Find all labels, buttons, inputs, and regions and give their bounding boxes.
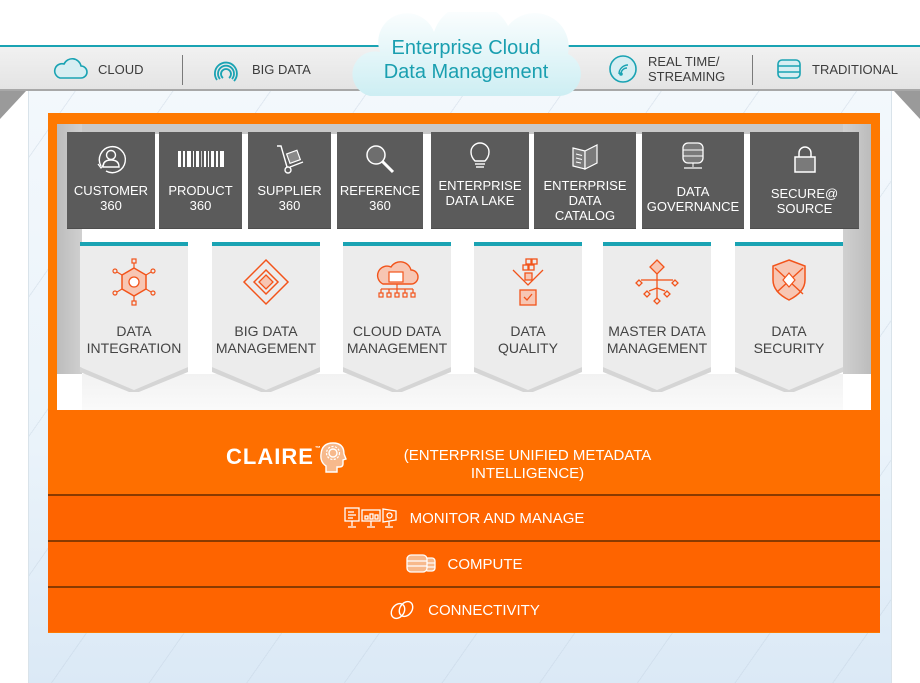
product-banner-data-integration: DATA INTEGRATION xyxy=(80,242,188,392)
frame-corner-right xyxy=(894,91,920,119)
monitors-icon xyxy=(343,507,397,528)
chain-links-icon xyxy=(390,600,414,620)
cloud-icon xyxy=(53,58,88,79)
magnifier-icon xyxy=(366,145,395,174)
layer-label: COMPUTE xyxy=(447,555,523,573)
claire-description: (ENTERPRISE UNIFIED METADATA INTELLIGENC… xyxy=(403,447,652,482)
layer-label: CONNECTIVITY xyxy=(428,601,540,619)
source-label: REAL TIME/ STREAMING xyxy=(648,54,726,84)
diamond-tree-icon xyxy=(635,259,679,305)
layer-connectivity: CONNECTIVITY xyxy=(48,586,880,632)
diamond-cycle-icon xyxy=(242,258,290,306)
solution-tile-reference-360: REFERENCE 360 xyxy=(337,132,423,229)
separator xyxy=(182,55,183,85)
product-banner-data-security: DATA SECURITY xyxy=(735,242,843,392)
solution-tile-supplier-360: SUPPLIER 360 xyxy=(248,132,331,229)
product-banner-big-data-management: BIG DATA MANAGEMENT xyxy=(212,242,320,392)
page-title: Enterprise Cloud Data Management xyxy=(383,37,549,83)
source-label: BIG DATA xyxy=(252,61,311,77)
brain-gear-icon xyxy=(320,442,347,473)
lightbulb-icon xyxy=(470,142,490,168)
funnel-check-icon xyxy=(512,258,544,306)
barcode-icon xyxy=(177,151,224,167)
database-cylinders-icon xyxy=(405,554,436,573)
title-cloud: Enterprise Cloud Data Management xyxy=(350,12,582,98)
solution-tile-enterprise-data-lake: ENTERPRISE DATA LAKE xyxy=(431,132,529,229)
source-big-data: BIG DATA xyxy=(210,47,311,91)
layer-monitor-and-manage: MONITOR AND MANAGE xyxy=(48,494,880,540)
shield-icon xyxy=(772,259,806,301)
hexagon-hub-icon xyxy=(112,258,156,306)
source-streaming: REAL TIME/ STREAMING xyxy=(608,47,725,91)
room-floor xyxy=(82,374,843,410)
open-book-icon xyxy=(572,144,598,170)
claire-logo: CLAIRE ™ xyxy=(226,444,321,469)
layer-compute: COMPUTE xyxy=(48,540,880,586)
cloud-network-icon xyxy=(376,261,419,298)
source-traditional: TRADITIONAL xyxy=(776,47,898,91)
radar-arcs-icon xyxy=(214,61,238,82)
streaming-clock-icon xyxy=(609,55,637,83)
product-banner-cloud-data-management: CLOUD DATA MANAGEMENT xyxy=(343,242,451,392)
separator xyxy=(752,55,753,85)
solution-tile-enterprise-data-catalog: ENTERPRISE DATA CATALOG xyxy=(534,132,636,229)
source-label: CLOUD xyxy=(98,61,144,77)
source-label: TRADITIONAL xyxy=(812,61,898,77)
padlock-icon xyxy=(793,146,816,173)
product-banner-master-data-management: MASTER DATA MANAGEMENT xyxy=(603,242,711,392)
solution-tile-secure-at-source: SECURE@ SOURCE xyxy=(750,132,859,229)
product-banner-data-quality: DATA QUALITY xyxy=(474,242,582,392)
solution-tile-customer-360: CUSTOMER 360 xyxy=(67,132,155,229)
database-stack-icon xyxy=(777,59,801,79)
customer-cycle-icon xyxy=(97,145,127,174)
database-network-icon xyxy=(682,142,704,169)
layer-label: MONITOR AND MANAGE xyxy=(409,509,585,527)
frame-corner-left xyxy=(0,91,26,119)
hand-truck-icon xyxy=(276,145,303,174)
solution-tile-data-governance: DATA GOVERNANCE xyxy=(642,132,744,229)
solution-tile-product-360: PRODUCT 360 xyxy=(159,132,242,229)
source-cloud: CLOUD xyxy=(52,47,144,91)
